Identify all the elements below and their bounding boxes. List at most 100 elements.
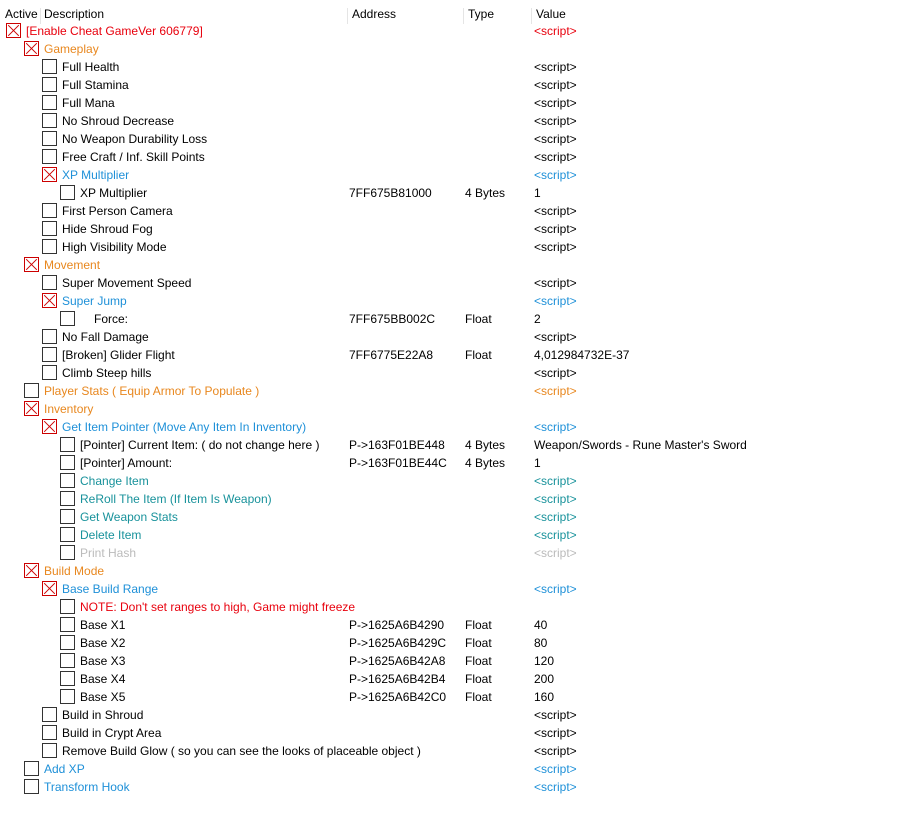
table-row[interactable]: Build in Shroud <script> bbox=[0, 706, 898, 724]
row-value[interactable]: 200 bbox=[534, 672, 554, 686]
header-value[interactable]: Value bbox=[536, 7, 566, 21]
active-checkbox[interactable] bbox=[42, 131, 57, 146]
active-checkbox[interactable] bbox=[60, 491, 75, 506]
row-value[interactable]: <script> bbox=[534, 294, 577, 308]
active-checkbox[interactable] bbox=[24, 779, 39, 794]
active-checkbox[interactable] bbox=[24, 761, 39, 776]
row-value[interactable]: <script> bbox=[534, 762, 577, 776]
row-value[interactable]: <script> bbox=[534, 150, 577, 164]
row-value[interactable]: <script> bbox=[534, 240, 577, 254]
table-row[interactable]: Base X5 P->1625A6B42C0 Float 160 bbox=[0, 688, 898, 706]
table-row[interactable]: No Weapon Durability Loss <script> bbox=[0, 130, 898, 148]
active-checkbox[interactable] bbox=[60, 185, 75, 200]
active-checkbox[interactable] bbox=[60, 671, 75, 686]
row-value[interactable]: 1 bbox=[534, 456, 541, 470]
row-value[interactable]: <script> bbox=[534, 420, 577, 434]
table-row[interactable]: No Shroud Decrease <script> bbox=[0, 112, 898, 130]
active-checkbox[interactable] bbox=[24, 401, 39, 416]
table-row[interactable]: XP Multiplier <script> bbox=[0, 166, 898, 184]
active-checkbox[interactable] bbox=[60, 599, 75, 614]
row-value[interactable]: <script> bbox=[534, 528, 577, 542]
table-row[interactable]: Base X1 P->1625A6B4290 Float 40 bbox=[0, 616, 898, 634]
table-row[interactable]: Delete Item <script> bbox=[0, 526, 898, 544]
active-checkbox[interactable] bbox=[42, 59, 57, 74]
table-row[interactable]: ReRoll The Item (If Item Is Weapon) <scri… bbox=[0, 490, 898, 508]
row-value[interactable]: <script> bbox=[534, 132, 577, 146]
row-value[interactable]: 120 bbox=[534, 654, 554, 668]
table-row[interactable]: Get Weapon Stats <script> bbox=[0, 508, 898, 526]
table-row[interactable]: Player Stats ( Equip Armor To Populate )… bbox=[0, 382, 898, 400]
row-value[interactable]: <script> bbox=[534, 24, 577, 38]
active-checkbox[interactable] bbox=[60, 617, 75, 632]
row-value[interactable]: <script> bbox=[534, 114, 577, 128]
active-checkbox[interactable] bbox=[42, 347, 57, 362]
active-checkbox[interactable] bbox=[24, 257, 39, 272]
row-value[interactable]: <script> bbox=[534, 546, 577, 560]
table-row[interactable]: High Visibility Mode <script> bbox=[0, 238, 898, 256]
table-row[interactable]: [Pointer] Current Item: ( do not change … bbox=[0, 436, 898, 454]
row-value[interactable]: 160 bbox=[534, 690, 554, 704]
active-checkbox[interactable] bbox=[24, 563, 39, 578]
table-row[interactable]: Movement bbox=[0, 256, 898, 274]
active-checkbox[interactable] bbox=[60, 455, 75, 470]
active-checkbox[interactable] bbox=[24, 383, 39, 398]
table-row[interactable]: No Fall Damage <script> bbox=[0, 328, 898, 346]
active-checkbox[interactable] bbox=[42, 167, 57, 182]
active-checkbox[interactable] bbox=[60, 689, 75, 704]
row-value[interactable]: <script> bbox=[534, 582, 577, 596]
row-value[interactable]: <script> bbox=[534, 366, 577, 380]
row-value[interactable]: <script> bbox=[534, 492, 577, 506]
row-value[interactable]: <script> bbox=[534, 510, 577, 524]
active-checkbox[interactable] bbox=[42, 275, 57, 290]
table-row[interactable]: Full Health <script> bbox=[0, 58, 898, 76]
active-checkbox[interactable] bbox=[42, 725, 57, 740]
table-row[interactable]: Free Craft / Inf. Skill Points <script> bbox=[0, 148, 898, 166]
table-row[interactable]: Super Movement Speed <script> bbox=[0, 274, 898, 292]
header-active[interactable]: Active bbox=[5, 7, 38, 21]
row-value[interactable]: <script> bbox=[534, 60, 577, 74]
active-checkbox[interactable] bbox=[42, 329, 57, 344]
row-value[interactable]: <script> bbox=[534, 78, 577, 92]
row-value[interactable]: 40 bbox=[534, 618, 547, 632]
table-row[interactable]: Get Item Pointer (Move Any Item In Inven… bbox=[0, 418, 898, 436]
active-checkbox[interactable] bbox=[42, 707, 57, 722]
table-row[interactable]: Gameplay bbox=[0, 40, 898, 58]
row-value[interactable]: 80 bbox=[534, 636, 547, 650]
row-value[interactable]: <script> bbox=[534, 222, 577, 236]
table-row[interactable]: XP Multiplier 7FF675B81000 4 Bytes 1 bbox=[0, 184, 898, 202]
row-value[interactable]: <script> bbox=[534, 96, 577, 110]
active-checkbox[interactable] bbox=[42, 365, 57, 380]
table-row[interactable]: Climb Steep hills <script> bbox=[0, 364, 898, 382]
active-checkbox[interactable] bbox=[60, 437, 75, 452]
table-row[interactable]: Hide Shroud Fog <script> bbox=[0, 220, 898, 238]
active-checkbox[interactable] bbox=[42, 221, 57, 236]
header-description[interactable]: Description bbox=[44, 7, 104, 21]
active-checkbox[interactable] bbox=[42, 581, 57, 596]
table-row[interactable]: [Enable Cheat GameVer 606779] <script> bbox=[0, 22, 898, 40]
table-row[interactable]: Add XP <script> bbox=[0, 760, 898, 778]
active-checkbox[interactable] bbox=[60, 527, 75, 542]
table-row[interactable]: NOTE: Don't set ranges to high, Game mig… bbox=[0, 598, 898, 616]
active-checkbox[interactable] bbox=[6, 23, 21, 38]
active-checkbox[interactable] bbox=[60, 509, 75, 524]
active-checkbox[interactable] bbox=[42, 743, 57, 758]
active-checkbox[interactable] bbox=[42, 95, 57, 110]
table-row[interactable]: Build in Crypt Area <script> bbox=[0, 724, 898, 742]
active-checkbox[interactable] bbox=[42, 239, 57, 254]
active-checkbox[interactable] bbox=[42, 77, 57, 92]
row-value[interactable]: <script> bbox=[534, 168, 577, 182]
active-checkbox[interactable] bbox=[24, 41, 39, 56]
table-row[interactable]: Base Build Range <script> bbox=[0, 580, 898, 598]
active-checkbox[interactable] bbox=[60, 473, 75, 488]
row-value[interactable]: <script> bbox=[534, 474, 577, 488]
header-type[interactable]: Type bbox=[468, 7, 494, 21]
row-value[interactable]: <script> bbox=[534, 276, 577, 290]
active-checkbox[interactable] bbox=[42, 113, 57, 128]
table-row[interactable]: Transform Hook <script> bbox=[0, 778, 898, 796]
table-row[interactable]: Force: 7FF675BB002C Float 2 bbox=[0, 310, 898, 328]
row-value[interactable]: <script> bbox=[534, 726, 577, 740]
active-checkbox[interactable] bbox=[42, 203, 57, 218]
table-row[interactable]: Full Mana <script> bbox=[0, 94, 898, 112]
row-value[interactable]: 2 bbox=[534, 312, 541, 326]
table-row[interactable]: Change Item <script> bbox=[0, 472, 898, 490]
